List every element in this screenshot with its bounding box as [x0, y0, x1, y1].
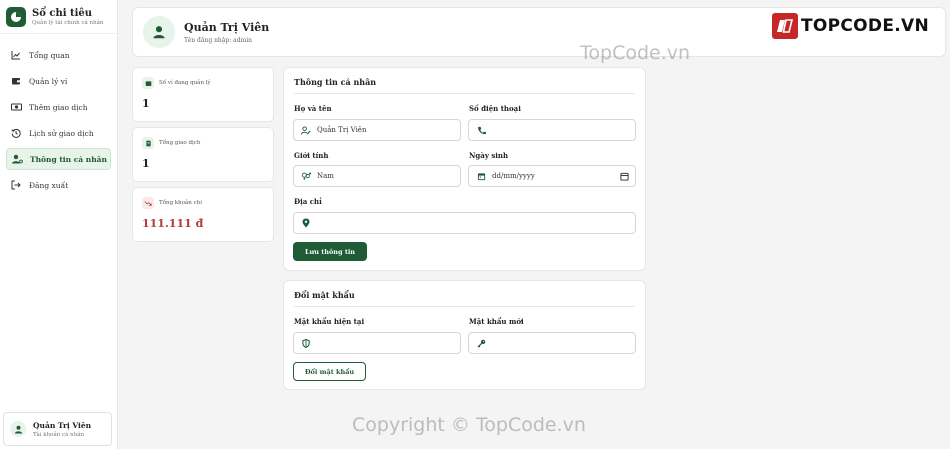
- user-pen-icon: [301, 125, 311, 135]
- header-user-name: Quản Trị Viên: [184, 20, 270, 34]
- sidebar-item-add-transaction[interactable]: Thêm giao dịch: [6, 96, 111, 118]
- new-password-label: Mật khẩu mới: [469, 317, 524, 326]
- user-gear-icon: [11, 153, 23, 165]
- sidebar-item-logout[interactable]: Đăng xuất: [6, 174, 111, 196]
- address-label: Địa chỉ: [294, 197, 322, 206]
- pie-chart-icon: [6, 6, 26, 27]
- topcode-logo-icon: [771, 13, 798, 39]
- profile-header: Quản Trị Viên Tên đăng nhập: admin TOPCO…: [132, 7, 946, 57]
- topcode-logo: TOPCODE.VN: [771, 13, 929, 39]
- fullname-value: Quản Trị Viên: [317, 126, 367, 134]
- address-field[interactable]: [293, 212, 636, 234]
- panel-title: Đổi mật khẩu: [294, 290, 635, 307]
- fullname-field[interactable]: Quản Trị Viên: [293, 119, 461, 141]
- phone-field[interactable]: [468, 119, 636, 141]
- panel-title: Thông tin cá nhân: [294, 77, 635, 94]
- chart-line-icon: [10, 49, 22, 61]
- user-name: Quản Trị Viên: [33, 420, 92, 430]
- stat-card-transactions: Tổng giao dịch 1: [132, 127, 274, 182]
- sidebar: Sổ chi tiêu Quản lý tài chính cá nhân Tổ…: [0, 0, 118, 449]
- key-icon: [476, 338, 486, 348]
- stat-label: Tổng khoản chi: [159, 200, 202, 206]
- gender-select[interactable]: Nam: [293, 165, 461, 187]
- avatar: [143, 16, 175, 48]
- phone-icon: [476, 125, 486, 135]
- receipt-icon: [142, 137, 154, 149]
- topcode-logo-text: TOPCODE.VN: [800, 16, 929, 36]
- date-picker-icon[interactable]: [620, 172, 629, 183]
- user-icon: [153, 26, 165, 39]
- wallet-icon: [142, 77, 154, 89]
- logout-icon: [10, 179, 22, 191]
- history-icon: [10, 127, 22, 139]
- new-password-field[interactable]: [468, 332, 636, 354]
- user-icon: [14, 425, 22, 434]
- calendar-icon: [476, 171, 486, 181]
- change-password-button[interactable]: Đổi mật khẩu: [293, 362, 366, 381]
- fullname-label: Họ và tên: [294, 104, 332, 113]
- money-icon: [10, 101, 22, 113]
- save-profile-button[interactable]: Lưu thông tin: [293, 242, 367, 261]
- sidebar-item-wallets[interactable]: Quản lý ví: [6, 70, 111, 92]
- sidebar-item-label: Đăng xuất: [29, 180, 69, 190]
- venus-mars-icon: [301, 171, 311, 181]
- sidebar-item-label: Lịch sử giao dịch: [29, 128, 94, 138]
- trend-down-icon: [142, 197, 154, 209]
- current-password-label: Mật khẩu hiện tại: [294, 317, 365, 326]
- gender-value: Nam: [317, 172, 334, 180]
- stat-value: 1: [142, 97, 150, 110]
- stat-card-expense: Tổng khoản chi 111.111 đ: [132, 187, 274, 242]
- brand[interactable]: Sổ chi tiêu Quản lý tài chính cá nhân: [0, 0, 117, 34]
- sidebar-item-label: Quản lý ví: [29, 76, 68, 86]
- profile-panel: Thông tin cá nhân Họ và tên Quản Trị Viê…: [283, 67, 646, 271]
- watermark-copyright: Copyright © TopCode.vn: [352, 414, 586, 436]
- sidebar-user-card[interactable]: Quản Trị Viên Tài khoản cá nhân: [3, 412, 112, 446]
- map-pin-icon: [301, 218, 311, 228]
- sidebar-item-profile[interactable]: Thông tin cá nhân: [6, 148, 111, 170]
- sidebar-item-history[interactable]: Lịch sử giao dịch: [6, 122, 111, 144]
- password-panel: Đổi mật khẩu Mật khẩu hiện tại Mật khẩu …: [283, 280, 646, 390]
- sidebar-item-label: Thông tin cá nhân: [30, 154, 107, 164]
- phone-label: Số điện thoại: [469, 104, 521, 113]
- sidebar-item-label: Thêm giao dịch: [29, 102, 88, 112]
- stat-card-wallets: Số ví đang quản lý 1: [132, 67, 274, 122]
- dob-label: Ngày sinh: [469, 151, 509, 160]
- dob-placeholder: dd/mm/yyyy: [492, 172, 535, 180]
- current-password-field[interactable]: [293, 332, 461, 354]
- sidebar-nav: Tổng quan Quản lý ví Thêm giao dịch Lịch…: [0, 34, 117, 196]
- brand-subtitle: Quản lý tài chính cá nhân: [32, 19, 104, 26]
- header-login: Tên đăng nhập: admin: [184, 36, 253, 44]
- stat-label: Tổng giao dịch: [159, 140, 201, 146]
- sidebar-item-overview[interactable]: Tổng quan: [6, 44, 111, 66]
- shield-icon: [301, 338, 311, 348]
- gender-label: Giới tính: [294, 151, 329, 160]
- sidebar-item-label: Tổng quan: [29, 50, 70, 60]
- user-role: Tài khoản cá nhân: [33, 431, 85, 438]
- brand-title: Sổ chi tiêu: [32, 7, 93, 19]
- stat-value: 111.111 đ: [142, 217, 204, 230]
- watermark-site: TopCode.vn: [580, 42, 691, 64]
- stat-label: Số ví đang quản lý: [159, 80, 211, 86]
- stat-value: 1: [142, 157, 150, 170]
- avatar: [10, 421, 26, 437]
- dob-field[interactable]: dd/mm/yyyy: [468, 165, 636, 187]
- wallet-icon: [10, 75, 22, 87]
